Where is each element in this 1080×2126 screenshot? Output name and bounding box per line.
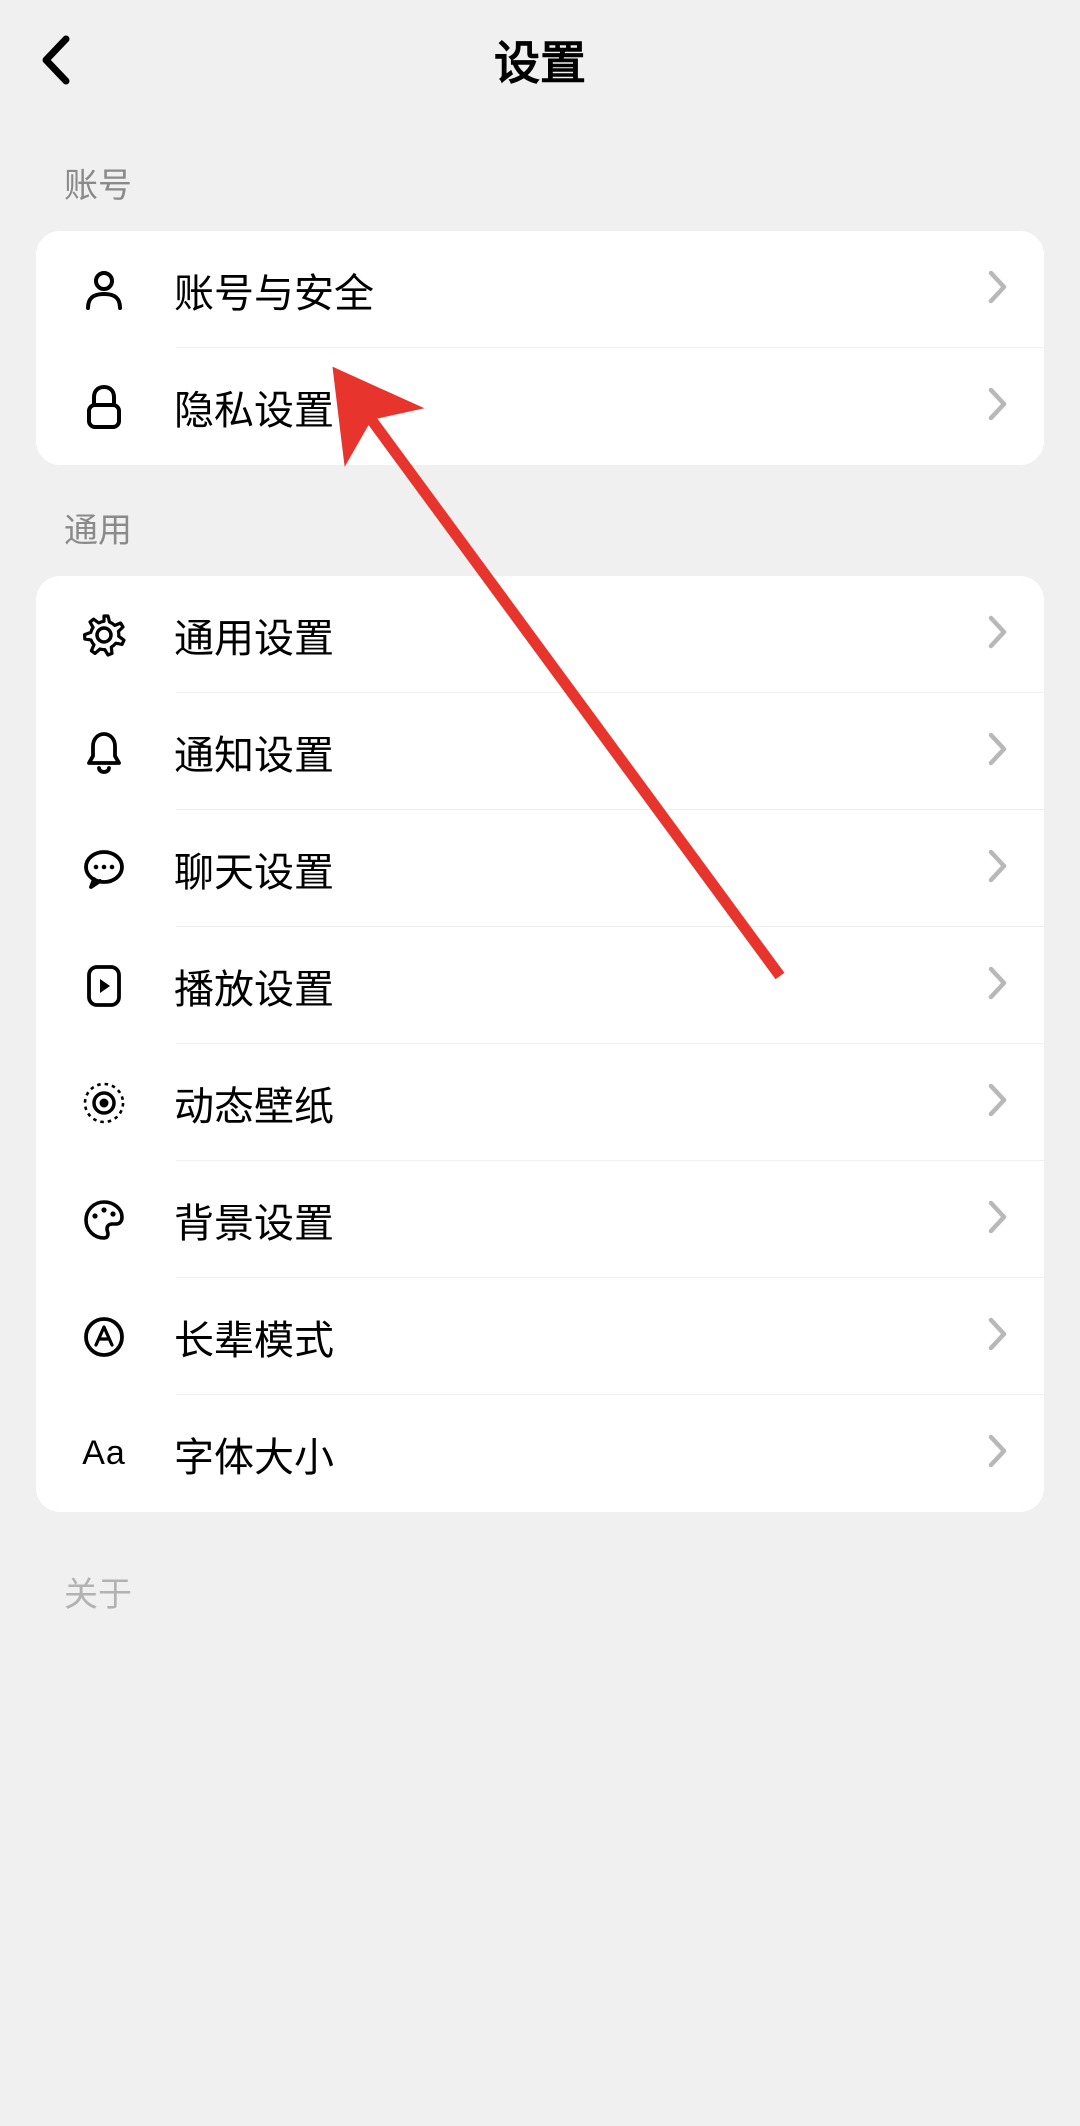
item-label: 通用设置 [174, 606, 988, 664]
chevron-right-icon [988, 966, 1008, 1005]
chevron-right-icon [988, 1200, 1008, 1239]
live-icon [74, 1081, 134, 1125]
item-live-wallpaper[interactable]: 动态壁纸 [36, 1044, 1044, 1161]
item-label: 通知设置 [174, 723, 988, 781]
chevron-right-icon [988, 1434, 1008, 1473]
chevron-right-icon [988, 270, 1008, 309]
item-label: 背景设置 [174, 1191, 988, 1249]
item-general-settings[interactable]: 通用设置 [36, 576, 1044, 693]
item-account-security[interactable]: 账号与安全 [36, 231, 1044, 348]
chevron-right-icon [988, 849, 1008, 888]
item-elder-mode[interactable]: 长辈模式 [36, 1278, 1044, 1395]
chevron-left-icon [40, 35, 72, 85]
user-icon [74, 268, 134, 312]
item-notification-settings[interactable]: 通知设置 [36, 693, 1044, 810]
bell-icon [74, 730, 134, 774]
header: 设置 [0, 0, 1080, 120]
item-label: 播放设置 [174, 957, 988, 1015]
chevron-right-icon [988, 1317, 1008, 1356]
item-background-settings[interactable]: 背景设置 [36, 1161, 1044, 1278]
back-button[interactable] [26, 30, 86, 90]
chevron-right-icon [988, 1083, 1008, 1122]
account-card: 账号与安全 隐私设置 [36, 231, 1044, 465]
chevron-right-icon [988, 615, 1008, 654]
aa-icon: Aa [74, 1434, 134, 1473]
page-title: 设置 [494, 27, 586, 93]
chevron-right-icon [988, 732, 1008, 771]
lock-icon [74, 385, 134, 429]
gear-icon [74, 613, 134, 657]
item-chat-settings[interactable]: 聊天设置 [36, 810, 1044, 927]
item-label: 动态壁纸 [174, 1074, 988, 1132]
palette-icon [74, 1198, 134, 1242]
section-header-account: 账号 [0, 120, 1080, 231]
item-label: 字体大小 [174, 1425, 988, 1483]
chat-icon [74, 847, 134, 891]
general-card: 通用设置 通知设置 聊天设置 [36, 576, 1044, 1512]
item-privacy-settings[interactable]: 隐私设置 [36, 348, 1044, 465]
item-font-size[interactable]: Aa 字体大小 [36, 1395, 1044, 1512]
play-icon [74, 964, 134, 1008]
section-header-about: 关于 [0, 1512, 1080, 1640]
item-playback-settings[interactable]: 播放设置 [36, 927, 1044, 1044]
item-label: 长辈模式 [174, 1308, 988, 1366]
section-header-general: 通用 [0, 465, 1080, 576]
item-label: 账号与安全 [174, 261, 988, 319]
item-label: 隐私设置 [174, 378, 988, 436]
item-label: 聊天设置 [174, 840, 988, 898]
chevron-right-icon [988, 387, 1008, 426]
a-circle-icon [74, 1315, 134, 1359]
